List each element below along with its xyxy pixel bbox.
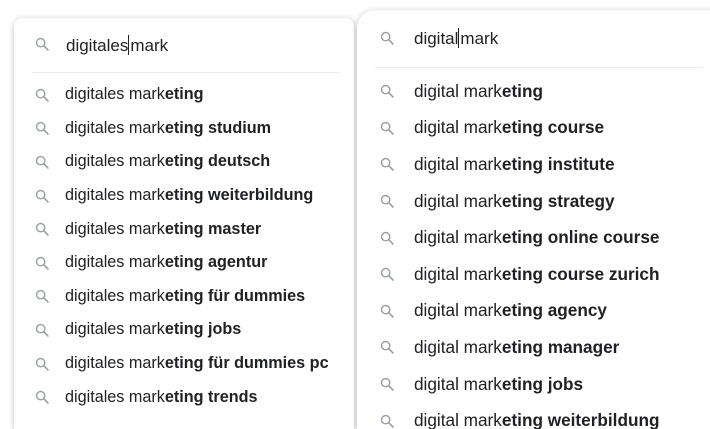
suggestion-prefix: digital mark — [414, 373, 502, 394]
suggestion-completion: eting master — [164, 219, 262, 238]
suggestion-prefix: digital mark — [414, 190, 502, 211]
search-icon — [34, 255, 50, 271]
search-icon — [379, 120, 395, 136]
suggestion-prefix: digital mark — [414, 153, 502, 174]
suggestion-completion: eting manager — [501, 336, 620, 357]
suggestion-item[interactable]: digitales marketing für dummies pc — [14, 347, 354, 381]
suggestion-prefix: digitales mark — [65, 152, 165, 171]
suggestion-item[interactable]: digitales marketing jobs — [14, 313, 354, 347]
search-icon — [379, 83, 395, 99]
suggestion-item[interactable]: digital marketing course zurich — [357, 256, 710, 293]
suggestion-prefix: digitales mark — [65, 85, 165, 104]
search-icon — [379, 193, 395, 209]
suggestion-completion: eting online course — [501, 227, 660, 248]
suggestion-completion: eting für dummies pc — [164, 354, 329, 373]
suggestion-completion: eting agentur — [164, 253, 268, 272]
suggestion-list: digitales marketing digitales marketing … — [14, 73, 354, 414]
suggestion-completion: eting deutsch — [164, 152, 271, 171]
search-icon — [379, 376, 395, 392]
suggestion-prefix: digitales mark — [65, 387, 165, 406]
search-icon — [34, 389, 50, 405]
suggestion-list: digital marketing digital marketing cour… — [357, 68, 710, 429]
search-icon — [379, 266, 395, 282]
suggestion-prefix: digital mark — [414, 336, 502, 357]
suggestion-prefix: digital mark — [414, 300, 502, 321]
suggestion-item[interactable]: digital marketing — [357, 73, 710, 110]
suggestion-completion: eting trends — [164, 387, 258, 406]
suggestion-prefix: digitales mark — [65, 253, 165, 272]
search-box[interactable]: digitales mark — [14, 18, 354, 72]
suggestion-item[interactable]: digital marketing institute — [357, 146, 710, 183]
suggestion-item[interactable]: digital marketing jobs — [357, 366, 710, 403]
query-before-caret: digitales — [66, 35, 129, 55]
search-icon — [34, 36, 50, 52]
suggestion-item[interactable]: digital marketing strategy — [357, 183, 710, 220]
suggestion-completion: eting jobs — [164, 320, 242, 339]
search-suggestions-panel-german: digitales mark digitales marketing digita… — [14, 18, 354, 429]
search-icon — [34, 322, 50, 338]
query-after-caret: mark — [130, 35, 169, 55]
search-icon — [34, 188, 50, 204]
suggestion-item[interactable]: digital marketing manager — [357, 329, 710, 366]
suggestion-prefix: digitales mark — [65, 320, 165, 339]
suggestion-completion: eting für dummies — [164, 286, 306, 305]
bottom-fade — [14, 405, 354, 429]
suggestion-item[interactable]: digitales marketing für dummies — [14, 280, 354, 314]
suggestion-completion: eting agency — [501, 300, 607, 321]
suggestion-completion: eting institute — [501, 153, 615, 174]
suggestion-item[interactable]: digital marketing weiterbildung — [357, 402, 710, 429]
search-icon — [379, 230, 395, 246]
search-icon — [34, 288, 50, 304]
suggestion-prefix: digital mark — [414, 117, 502, 138]
search-icon — [379, 303, 395, 319]
suggestion-completion: eting studium — [164, 118, 271, 137]
search-icon — [34, 87, 50, 103]
suggestion-item[interactable]: digitales marketing master — [14, 212, 354, 246]
suggestion-completion: eting weiterbildung — [501, 410, 660, 429]
suggestion-completion: eting jobs — [501, 373, 584, 394]
search-icon — [34, 154, 50, 170]
suggestion-item[interactable]: digital marketing course — [357, 110, 710, 147]
suggestion-item[interactable]: digitales marketing agentur — [14, 246, 354, 280]
suggestion-prefix: digital mark — [414, 263, 502, 284]
suggestion-prefix: digital mark — [414, 227, 502, 248]
suggestion-completion: eting — [164, 85, 204, 104]
search-icon — [379, 156, 395, 172]
suggestion-prefix: digital mark — [414, 80, 502, 101]
suggestion-item[interactable]: digitales marketing — [14, 78, 354, 112]
search-icon — [34, 356, 50, 372]
suggestion-prefix: digitales mark — [65, 118, 165, 137]
query-after-caret: mark — [460, 29, 499, 48]
suggestion-item[interactable]: digitales marketing studium — [14, 112, 354, 146]
suggestion-completion: eting course — [501, 117, 605, 138]
suggestion-prefix: digital mark — [414, 410, 502, 429]
suggestion-prefix: digitales mark — [65, 286, 165, 305]
search-icon — [34, 221, 50, 237]
suggestion-prefix: digitales mark — [65, 219, 165, 238]
search-icon — [379, 413, 395, 429]
search-box[interactable]: digital mark — [357, 10, 710, 67]
suggestion-prefix: digitales mark — [65, 186, 165, 205]
suggestion-completion: eting course zurich — [501, 263, 660, 284]
query-before-caret: digital — [414, 29, 459, 48]
search-icon — [379, 30, 395, 46]
suggestion-completion: eting strategy — [501, 190, 615, 211]
search-icon — [34, 120, 50, 136]
suggestion-item[interactable]: digitales marketing weiterbildung — [14, 179, 354, 213]
suggestion-completion: eting weiterbildung — [164, 186, 314, 205]
suggestion-item[interactable]: digital marketing agency — [357, 293, 710, 330]
search-suggestions-panel-english: digital mark digital marketing digital ma… — [357, 10, 710, 429]
suggestion-item[interactable]: digital marketing online course — [357, 219, 710, 256]
suggestion-prefix: digitales mark — [65, 354, 165, 373]
suggestion-item[interactable]: digitales marketing deutsch — [14, 145, 354, 179]
search-input[interactable]: digitales mark — [66, 34, 169, 56]
search-input[interactable]: digital mark — [414, 28, 498, 49]
suggestion-completion: eting — [501, 80, 543, 101]
search-icon — [379, 339, 395, 355]
